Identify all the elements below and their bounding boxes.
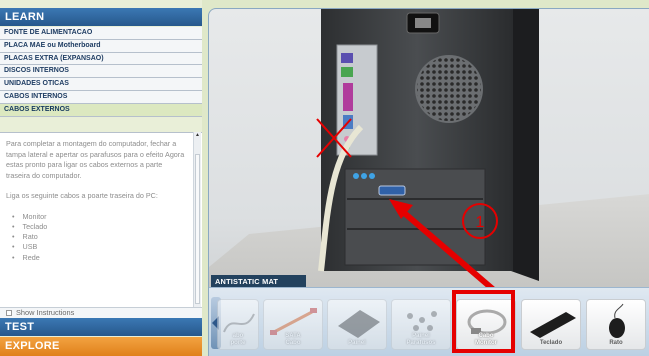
learn-menu: FONTE DE ALIMENTACAO PLACA MAE ou Mother…: [0, 27, 202, 117]
power-socket-pins: [415, 18, 431, 28]
fan-grill-holes: [417, 57, 481, 121]
app-root: LEARN FONTE DE ALIMENTACAO PLACA MAE ou …: [0, 0, 649, 356]
checkbox-icon[interactable]: [6, 310, 12, 316]
tray-item-label: Painel Parafusos: [406, 333, 436, 346]
menu-item-unidades-oticas[interactable]: UNIDADES OTICAS: [0, 78, 202, 91]
show-instructions-label: Show Instructions: [16, 308, 75, 317]
ps2-port: [341, 53, 353, 63]
sidebar: LEARN FONTE DE ALIMENTACAO PLACA MAE ou …: [0, 0, 202, 356]
tray-item-cabo-suporte[interactable]: abo porte: [217, 299, 259, 350]
scroll-thumb[interactable]: [195, 154, 200, 304]
case-side: [511, 9, 539, 281]
tray-item-label: Painel: [348, 339, 366, 346]
explore-section-header[interactable]: EXPLORE: [0, 337, 202, 356]
instructions-text: Para completar a montagem do computador,…: [6, 139, 188, 263]
learn-section-header[interactable]: LEARN: [0, 8, 202, 26]
port-led: [353, 173, 359, 179]
list-item: USB: [12, 242, 188, 252]
panel-icon: [338, 310, 380, 338]
selected-item-highlight: [452, 290, 515, 353]
step-number: 1: [476, 214, 485, 231]
keyboard-icon: [530, 312, 576, 338]
menu-item-placa-mae[interactable]: PLACA MAE ou Motherboard: [0, 39, 202, 53]
port-led: [361, 173, 367, 179]
tray-item-label: abo porte: [230, 333, 246, 346]
port-led: [369, 173, 375, 179]
vga-port[interactable]: [378, 185, 406, 196]
list-item: Monitor: [12, 212, 188, 222]
menu-item-cabos-externos[interactable]: CABOS EXTERNOS: [0, 103, 202, 117]
tray-item-label: SATA Cabo: [285, 333, 301, 346]
tray-item-label: Rato: [609, 339, 623, 346]
mouse-icon: [609, 303, 625, 338]
menu-item-placas-extra[interactable]: PLACAS EXTRA (EXPANSAO): [0, 52, 202, 66]
menu-item-fonte-alimentacao[interactable]: FONTE DE ALIMENTACAO: [0, 27, 202, 40]
instructions-paragraph-2: Liga os seguinte cabos a poarte traseira…: [6, 191, 158, 200]
show-instructions-toggle[interactable]: Show Instructions: [0, 307, 202, 318]
cable-list: Monitor Teclado Rato USB Rede: [6, 212, 188, 263]
list-item: Teclado: [12, 222, 188, 232]
scroll-up-icon[interactable]: ▲: [194, 132, 201, 140]
tray-item-painel[interactable]: Painel: [327, 299, 387, 350]
parallel-port: [343, 83, 353, 111]
list-item: Rato: [12, 232, 188, 242]
menu-item-discos-internos[interactable]: DISCOS INTERNOS: [0, 65, 202, 79]
menu-item-cabos-internos[interactable]: CABOS INTERNOS: [0, 90, 202, 104]
tray-item-label: Teclado: [539, 339, 563, 346]
tray-item-teclado[interactable]: Teclado: [521, 299, 581, 350]
ps2-port: [341, 67, 353, 77]
instructions-panel: Para completar a montagem do computador,…: [0, 132, 202, 308]
parts-tray: abo porte SATA Cabo Painel Painel Parafu…: [209, 287, 649, 356]
test-section-header[interactable]: TEST: [0, 318, 202, 336]
tray-item-sata-cabo[interactable]: SATA Cabo: [263, 299, 323, 350]
instructions-paragraph-1: Para completar a montagem do computador,…: [6, 139, 185, 180]
tray-item-rato[interactable]: Rato: [586, 299, 646, 350]
list-item: Rede: [12, 253, 188, 263]
tray-item-painel-parafusos[interactable]: Painel Parafusos: [391, 299, 451, 350]
instructions-scrollbar[interactable]: ▲ ▼: [193, 132, 201, 318]
